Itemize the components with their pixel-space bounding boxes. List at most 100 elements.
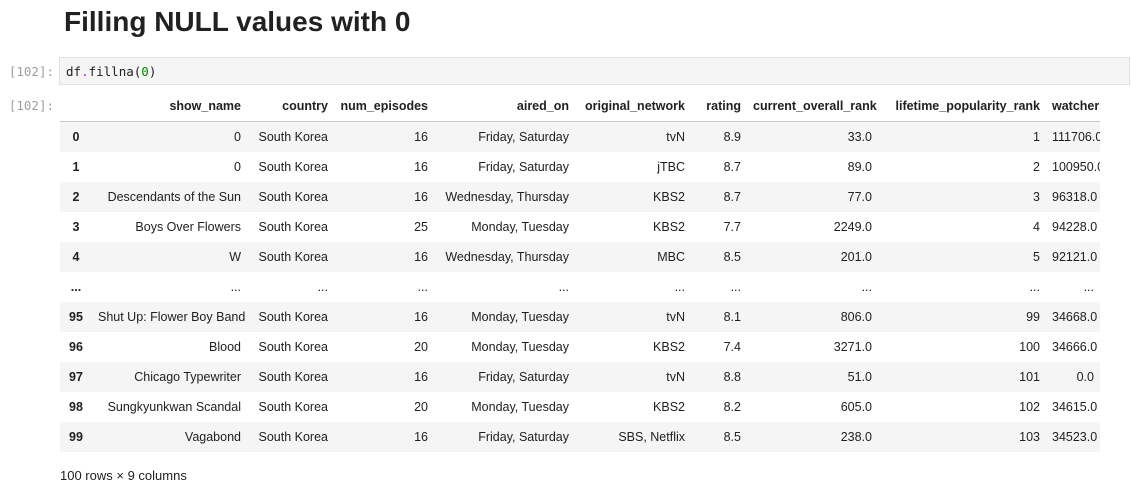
table-cell: ...	[417, 280, 428, 294]
table-cell: 16	[414, 190, 428, 204]
table-cell: 20	[414, 400, 428, 414]
table-cell: ...	[317, 280, 328, 294]
table-cell: 92121.0	[1052, 250, 1098, 264]
table-cell: Monday, Tuesday	[471, 340, 569, 354]
table-cell: KBS2	[653, 220, 685, 234]
table-cell: 20	[414, 340, 428, 354]
table-cell: 99	[1026, 310, 1040, 324]
table-cell: Monday, Tuesday	[471, 310, 569, 324]
table-cell: Sungkyunkwan Scandal	[107, 400, 241, 414]
table-cell: 34666.0	[1052, 340, 1098, 354]
table-cell: 34668.0	[1052, 310, 1098, 324]
row-index: 1	[72, 160, 80, 174]
table-cell: Descendants of the Sun	[107, 190, 241, 204]
code-text[interactable]: df.fillna(0)	[66, 64, 156, 79]
table-cell: tvN	[666, 130, 685, 144]
row-index: 3	[72, 220, 80, 234]
table-cell: 33.0	[847, 130, 872, 144]
table-cell: Chicago Typewriter	[134, 370, 241, 384]
table-row: 99 Vagabond South Korea 16 Friday, Saturday S…	[60, 422, 1100, 452]
table-cell: ...	[558, 280, 569, 294]
table-cell: 806.0	[840, 310, 872, 324]
row-index: 96	[69, 340, 83, 354]
table-cell: Shut Up: Flower Boy Band	[98, 310, 246, 324]
table-row: 95 Shut Up: Flower Boy Band South Korea 16 M…	[60, 302, 1100, 332]
table-cell: 16	[414, 370, 428, 384]
table-row: 97 Chicago Typewriter South Korea 16 Friday,…	[60, 362, 1100, 392]
column-header: num_episodes	[334, 91, 434, 122]
table-cell: 0	[234, 130, 241, 144]
table-cell: 102	[1019, 400, 1040, 414]
column-header: country	[247, 91, 334, 122]
table-cell: 8.7	[723, 190, 741, 204]
table-cell: South Korea	[258, 310, 329, 324]
table-cell: South Korea	[258, 190, 329, 204]
header-row: show_name country num_episodes aired_on …	[60, 91, 1100, 122]
column-header: current_overall_rank	[747, 91, 878, 122]
table-row: 4 W South Korea 16 Wednesday, Thursday MBC 8.5…	[60, 242, 1100, 272]
table-cell: Friday, Saturday	[478, 370, 569, 384]
table-cell: South Korea	[258, 130, 329, 144]
table-cell: Wednesday, Thursday	[445, 190, 569, 204]
table-cell: South Korea	[258, 370, 329, 384]
table-cell: South Korea	[258, 430, 329, 444]
table-cell: 101	[1019, 370, 1040, 384]
table-cell: KBS2	[653, 190, 685, 204]
table-cell: 7.7	[723, 220, 741, 234]
table-cell: 605.0	[840, 400, 872, 414]
table-cell: 103	[1019, 430, 1040, 444]
table-cell: 7.4	[723, 340, 741, 354]
table-cell: South Korea	[258, 160, 329, 174]
table-row: 98 Sungkyunkwan Scandal South Korea 20 Monda…	[60, 392, 1100, 422]
table-cell: 34615.0	[1052, 400, 1098, 414]
table-cell: KBS2	[653, 400, 685, 414]
table-cell: 16	[414, 430, 428, 444]
table-cell: 8.5	[723, 430, 741, 444]
table-cell: jTBC	[657, 160, 685, 174]
table-cell: ...	[730, 280, 741, 294]
section-heading: Filling NULL values with 0	[64, 6, 411, 37]
row-index: 0	[72, 130, 80, 144]
code-arg: 0	[141, 64, 149, 79]
table-cell: 100950.0	[1052, 160, 1100, 174]
table-row: 96 Blood South Korea 20 Monday, Tuesday KBS2 7…	[60, 332, 1100, 362]
table-cell: KBS2	[653, 340, 685, 354]
table-cell: MBC	[657, 250, 685, 264]
table-row: 3 Boys Over Flowers South Korea 25 Monday, T…	[60, 212, 1100, 242]
code-close: )	[148, 64, 157, 79]
code-cell[interactable]: df.fillna(0)	[59, 57, 1130, 85]
table-cell: Vagabond	[184, 430, 241, 444]
table-cell: ...	[861, 280, 872, 294]
table-cell: 94228.0	[1052, 220, 1098, 234]
table-cell: 8.8	[723, 370, 741, 384]
table-cell: ...	[674, 280, 685, 294]
table-cell: Monday, Tuesday	[471, 220, 569, 234]
table-cell: W	[229, 250, 241, 264]
table-cell: SBS, Netflix	[618, 430, 685, 444]
output-prompt: [102]:	[8, 98, 54, 113]
table-cell: 16	[414, 130, 428, 144]
table-cell: 96318.0	[1052, 190, 1098, 204]
table-row: 1 0 South Korea 16 Friday, Saturday jTBC 8.7 89…	[60, 152, 1100, 182]
table-cell: 2249.0	[833, 220, 872, 234]
table-body: 0 0 South Korea 16 Friday, Saturday tvN 8.9 33.…	[60, 121, 1100, 452]
table-cell: 111706.0	[1052, 130, 1100, 144]
table-cell: Friday, Saturday	[478, 430, 569, 444]
table-cell: South Korea	[258, 400, 329, 414]
column-header: rating	[691, 91, 747, 122]
row-index: 95	[69, 310, 83, 324]
table-cell: 25	[414, 220, 428, 234]
table-row: ..............................	[60, 272, 1100, 302]
column-header: aired_on	[434, 91, 575, 122]
dataframe-table: show_name country num_episodes aired_on …	[60, 91, 1100, 452]
table-cell: Blood	[209, 340, 241, 354]
table-cell: 16	[414, 310, 428, 324]
column-header: original_network	[575, 91, 691, 122]
table-cell: South Korea	[258, 220, 329, 234]
table-cell: Friday, Saturday	[478, 160, 569, 174]
table-cell: Wednesday, Thursday	[445, 250, 569, 264]
table-cell: 201.0	[840, 250, 872, 264]
table-shape-footer: 100 rows × 9 columns	[60, 468, 187, 483]
table-cell: 3	[1033, 190, 1040, 204]
table-cell: 8.1	[723, 310, 741, 324]
